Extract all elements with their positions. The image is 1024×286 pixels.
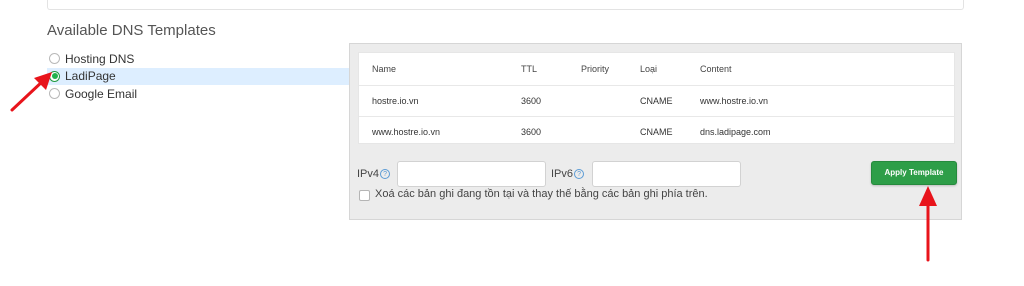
ipv4-input[interactable] [397, 161, 546, 187]
column-header-priority: Priority [581, 64, 610, 74]
radio-icon[interactable] [49, 53, 60, 65]
template-preview-panel: Name TTL Priority Loại Content hostre.io… [349, 43, 962, 220]
template-option-google-email[interactable]: Google Email [47, 85, 350, 103]
ipv4-label-text: IPv4 [357, 168, 380, 180]
record-ttl: 3600 [521, 127, 542, 137]
column-header-ttl: TTL [521, 64, 538, 74]
record-content: dns.ladipage.com [700, 127, 771, 137]
replace-records-label[interactable]: Xoá các bản ghi đang tồn tại và thay thế… [375, 188, 708, 200]
column-header-content: Content [700, 64, 732, 74]
ipv4-label: IPv4? [357, 168, 391, 180]
dns-template-list: Hosting DNS LadiPage Google Email [47, 50, 350, 103]
ipv6-label-text: IPv6 [551, 168, 574, 180]
red-arrow-annotation [10, 72, 52, 112]
template-option-label: LadiPage [65, 69, 116, 84]
record-name: www.hostre.io.vn [372, 127, 441, 137]
help-circle-icon[interactable]: ? [574, 169, 585, 180]
dns-records-table: Name TTL Priority Loại Content hostre.io… [358, 52, 955, 144]
template-option-ladipage[interactable]: LadiPage [47, 67, 350, 85]
ipv6-label: IPv6? [551, 168, 585, 180]
template-option-label: Hosting DNS [65, 51, 135, 66]
column-header-type: Loại [640, 64, 658, 74]
record-name: hostre.io.vn [372, 96, 419, 106]
record-type: CNAME [640, 127, 673, 137]
template-option-hosting-dns[interactable]: Hosting DNS [47, 50, 350, 68]
column-header-name: Name [372, 64, 397, 74]
help-circle-icon[interactable]: ? [380, 169, 391, 180]
replace-records-checkbox[interactable] [359, 190, 370, 201]
red-arrow-annotation [919, 186, 937, 262]
ipv6-input[interactable] [592, 161, 741, 187]
table-row: www.hostre.io.vn 3600 CNAME dns.ladipage… [359, 116, 954, 147]
record-type: CNAME [640, 96, 673, 106]
template-option-label: Google Email [65, 86, 138, 101]
record-content: www.hostre.io.vn [700, 96, 769, 106]
previous-panel-edge [47, 0, 964, 10]
section-title: Available DNS Templates [47, 22, 216, 39]
record-ttl: 3600 [521, 96, 542, 106]
table-row: hostre.io.vn 3600 CNAME www.hostre.io.vn [359, 85, 954, 116]
table-header-row: Name TTL Priority Loại Content [359, 53, 954, 85]
apply-template-button[interactable]: Apply Template [871, 161, 957, 185]
